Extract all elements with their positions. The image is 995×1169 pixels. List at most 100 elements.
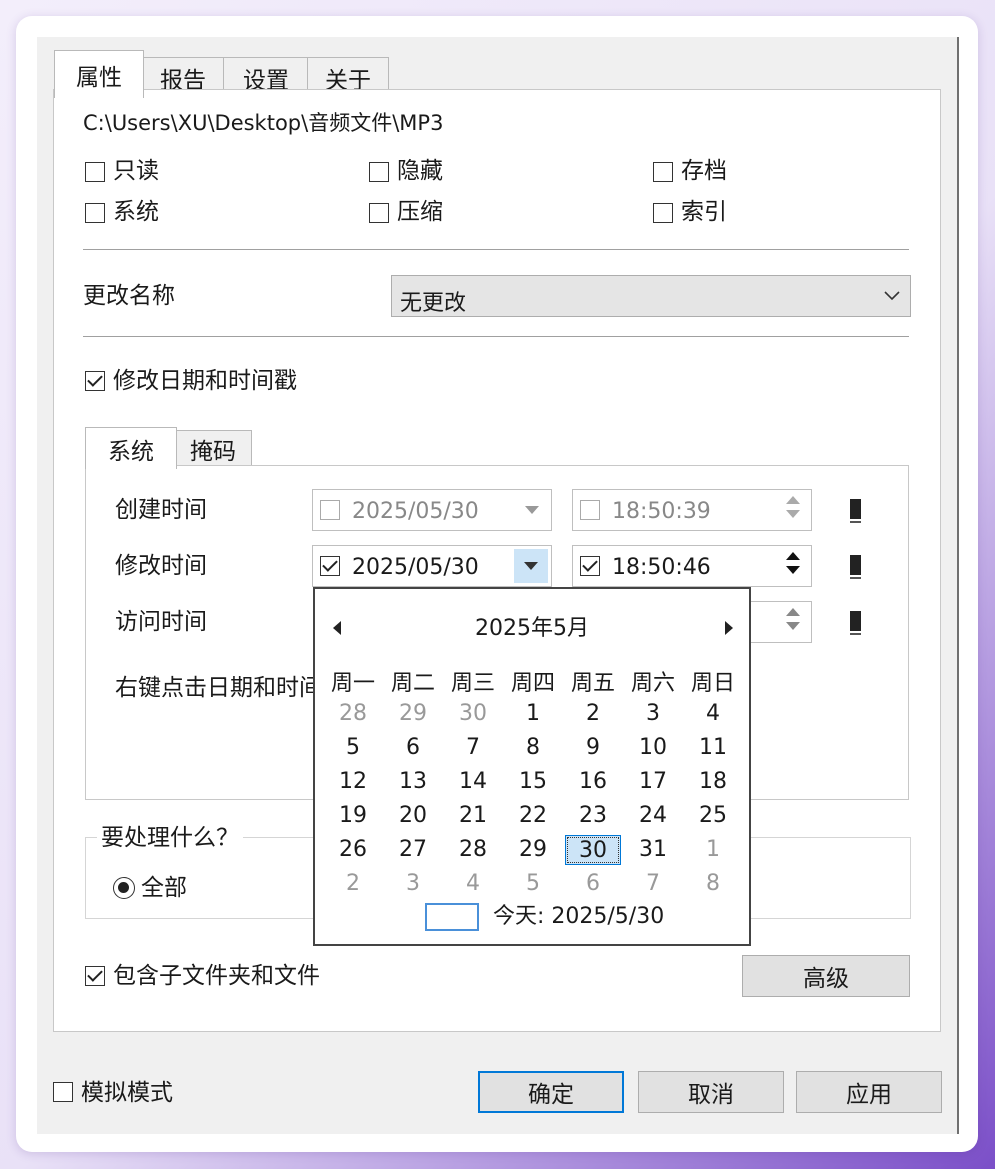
- modified-time-picker[interactable]: 18:50:46: [572, 545, 812, 587]
- dropdown-button[interactable]: [514, 549, 548, 583]
- all-radio[interactable]: [113, 877, 135, 899]
- calendar-day[interactable]: 3: [385, 869, 441, 899]
- calendar-day[interactable]: 30: [445, 699, 501, 729]
- calendar-day[interactable]: 14: [445, 767, 501, 797]
- created-label: 创建时间: [115, 497, 207, 523]
- calendar-day[interactable]: 6: [565, 869, 621, 899]
- today-link[interactable]: 今天: 2025/5/30: [493, 906, 664, 928]
- calendar-day[interactable]: 18: [685, 767, 741, 797]
- next-month-icon[interactable]: [725, 621, 733, 635]
- accessed-label: 访问时间: [115, 609, 207, 635]
- rename-select[interactable]: 无更改: [391, 275, 911, 317]
- calendar-day[interactable]: 26: [325, 835, 381, 865]
- cancel-button[interactable]: 取消: [638, 1071, 784, 1113]
- system-label: 系统: [113, 199, 159, 225]
- modify-datetime-checkbox[interactable]: [85, 371, 105, 391]
- calendar-day[interactable]: 4: [445, 869, 501, 899]
- calendar-day[interactable]: 15: [505, 767, 561, 797]
- calendar-title[interactable]: 2025年5月: [315, 618, 749, 640]
- calendar-day[interactable]: 8: [505, 733, 561, 763]
- copy-icon[interactable]: [850, 555, 861, 579]
- calendar-day[interactable]: 4: [685, 699, 741, 729]
- created-date-picker[interactable]: 2025/05/30: [312, 489, 552, 531]
- calendar-day[interactable]: 8: [685, 869, 741, 899]
- created-date-checkbox[interactable]: [320, 500, 340, 520]
- calendar-day[interactable]: 28: [445, 835, 501, 865]
- time-spinner[interactable]: [785, 546, 801, 586]
- calendar-day[interactable]: 10: [625, 733, 681, 763]
- calendar-day[interactable]: 9: [565, 733, 621, 763]
- readonly-checkbox[interactable]: [85, 162, 105, 182]
- index-label: 索引: [681, 199, 727, 225]
- calendar-day[interactable]: 5: [325, 733, 381, 763]
- calendar-day[interactable]: 1: [685, 835, 741, 865]
- today-marker[interactable]: [425, 903, 479, 931]
- compress-checkbox[interactable]: [369, 203, 389, 223]
- rename-label: 更改名称: [83, 283, 175, 309]
- calendar-day[interactable]: 5: [505, 869, 561, 899]
- include-subfolders-checkbox[interactable]: [85, 966, 105, 986]
- weekday-header: 周二: [390, 671, 435, 696]
- copy-icon[interactable]: [850, 611, 861, 635]
- calendar-day[interactable]: 24: [625, 801, 681, 831]
- weekday-header: 周三: [450, 671, 495, 696]
- calendar-day[interactable]: 19: [325, 801, 381, 831]
- weekday-header: 周四: [510, 671, 555, 696]
- calendar-day[interactable]: 12: [325, 767, 381, 797]
- created-time-picker[interactable]: 18:50:39: [572, 489, 812, 531]
- index-checkbox[interactable]: [653, 203, 673, 223]
- modified-time-checkbox[interactable]: [580, 556, 600, 576]
- folder-path: C:\Users\XU\Desktop\音频文件\MP3: [83, 111, 444, 135]
- time-spinner[interactable]: [785, 602, 801, 642]
- subtab-mask[interactable]: 掩码: [174, 430, 252, 467]
- calendar-day[interactable]: 13: [385, 767, 441, 797]
- created-time-checkbox[interactable]: [580, 500, 600, 520]
- calendar-day[interactable]: 29: [505, 835, 561, 865]
- properties-dialog: 属性 报告 设置 关于 C:\Users\XU\Desktop\音频文件\MP3…: [37, 37, 959, 1134]
- calendar-day[interactable]: 3: [625, 699, 681, 729]
- calendar-day[interactable]: 25: [685, 801, 741, 831]
- weekday-header: 周日: [690, 671, 735, 696]
- calendar-day[interactable]: 7: [445, 733, 501, 763]
- dropdown-arrow-icon: [524, 562, 538, 570]
- time-spinner[interactable]: [785, 490, 801, 530]
- calendar-day[interactable]: 2: [565, 699, 621, 729]
- ok-button[interactable]: 确定: [478, 1071, 624, 1113]
- calendar-day[interactable]: 22: [505, 801, 561, 831]
- hidden-checkbox[interactable]: [369, 162, 389, 182]
- simulate-label: 模拟模式: [81, 1080, 173, 1106]
- calendar-day[interactable]: 27: [385, 835, 441, 865]
- process-title: 要处理什么？: [97, 827, 243, 850]
- calendar-day[interactable]: 17: [625, 767, 681, 797]
- weekday-header: 周六: [630, 671, 675, 696]
- calendar-day[interactable]: 2: [325, 869, 381, 899]
- apply-button[interactable]: 应用: [796, 1071, 942, 1113]
- calendar-day[interactable]: 6: [385, 733, 441, 763]
- calendar-day[interactable]: 30: [565, 835, 621, 865]
- system-checkbox[interactable]: [85, 203, 105, 223]
- calendar-day[interactable]: 7: [625, 869, 681, 899]
- calendar-day[interactable]: 21: [445, 801, 501, 831]
- dropdown-arrow-icon[interactable]: [525, 506, 539, 514]
- archive-label: 存档: [681, 158, 727, 184]
- include-subfolders-label: 包含子文件夹和文件: [113, 963, 320, 989]
- calendar-day[interactable]: 23: [565, 801, 621, 831]
- calendar-day[interactable]: 28: [325, 699, 381, 729]
- calendar-day[interactable]: 29: [385, 699, 441, 729]
- simulate-checkbox[interactable]: [53, 1082, 73, 1102]
- calendar-day[interactable]: 11: [685, 733, 741, 763]
- archive-checkbox[interactable]: [653, 162, 673, 182]
- subtab-system[interactable]: 系统: [85, 427, 177, 469]
- tab-properties[interactable]: 属性: [54, 50, 144, 98]
- copy-icon[interactable]: [850, 499, 861, 523]
- calendar-day[interactable]: 16: [565, 767, 621, 797]
- calendar-day[interactable]: 20: [385, 801, 441, 831]
- calendar-day[interactable]: 1: [505, 699, 561, 729]
- modified-label: 修改时间: [115, 553, 207, 579]
- advanced-button[interactable]: 高级: [742, 955, 910, 997]
- weekday-header: 周五: [570, 671, 615, 696]
- modified-date-picker[interactable]: 2025/05/30: [312, 545, 552, 587]
- modified-date-checkbox[interactable]: [320, 556, 340, 576]
- divider: [83, 336, 909, 338]
- calendar-day[interactable]: 31: [625, 835, 681, 865]
